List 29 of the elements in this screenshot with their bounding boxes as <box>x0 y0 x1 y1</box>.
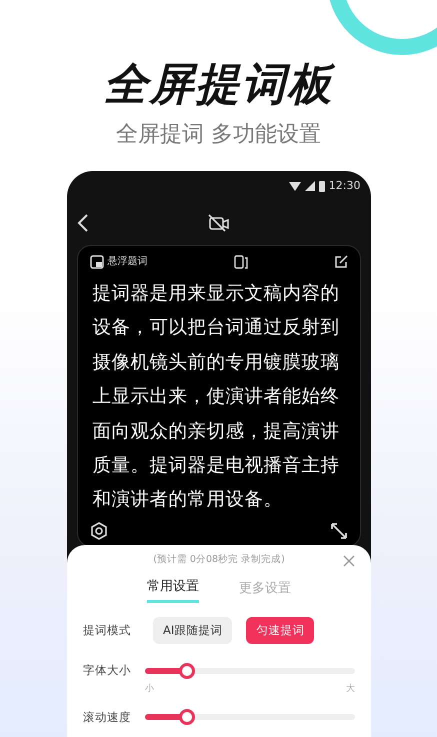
mirror-phone-icon[interactable] <box>234 254 248 268</box>
status-time: 12:30 <box>328 178 360 194</box>
slider-track[interactable] <box>145 662 355 679</box>
wifi-icon <box>288 181 301 191</box>
headline: 全屏提词板 <box>102 58 336 112</box>
slider-max-label: 大 <box>346 683 355 696</box>
signal-icon <box>304 181 315 191</box>
settings-icon[interactable] <box>90 522 108 540</box>
floating-caption-label: 悬浮题词 <box>108 254 148 269</box>
prompter-text: 提词器是用来显示文稿内容的设备，可以把台词通过反射到摄像机镜头前的专用镀膜玻璃上显示出来，使演讲者能始终面向观众的亲切感，提高演讲质量。提词器是电视播音主持和演讲者的常用设备。 <box>92 282 341 512</box>
slider-min-label: 小 <box>145 683 154 696</box>
setting-label: 提词模式 <box>83 622 132 639</box>
estimate-text: (预计需 0分08秒完 录制完成) <box>153 553 285 567</box>
settings-tab[interactable]: 常用设置 <box>147 577 199 603</box>
close-icon[interactable] <box>343 555 355 567</box>
setting-label: 字体大小 <box>83 662 132 679</box>
subtitle: 全屏提词 多功能设置 <box>116 122 321 147</box>
edit-icon[interactable] <box>334 254 348 268</box>
floating-window-icon[interactable] <box>90 254 104 268</box>
mode-option[interactable]: 匀速提词 <box>246 616 314 644</box>
expand-arrows-icon[interactable] <box>330 522 348 540</box>
mode-option[interactable]: AI跟随提词 <box>153 616 232 644</box>
slider-thumb[interactable] <box>179 709 195 726</box>
slider-track[interactable] <box>145 709 355 726</box>
camera-off-icon[interactable] <box>208 214 230 232</box>
back-icon[interactable] <box>76 213 88 233</box>
slider-thumb[interactable] <box>179 662 195 679</box>
setting-label: 滚动速度 <box>83 708 132 726</box>
battery-icon <box>318 180 325 192</box>
